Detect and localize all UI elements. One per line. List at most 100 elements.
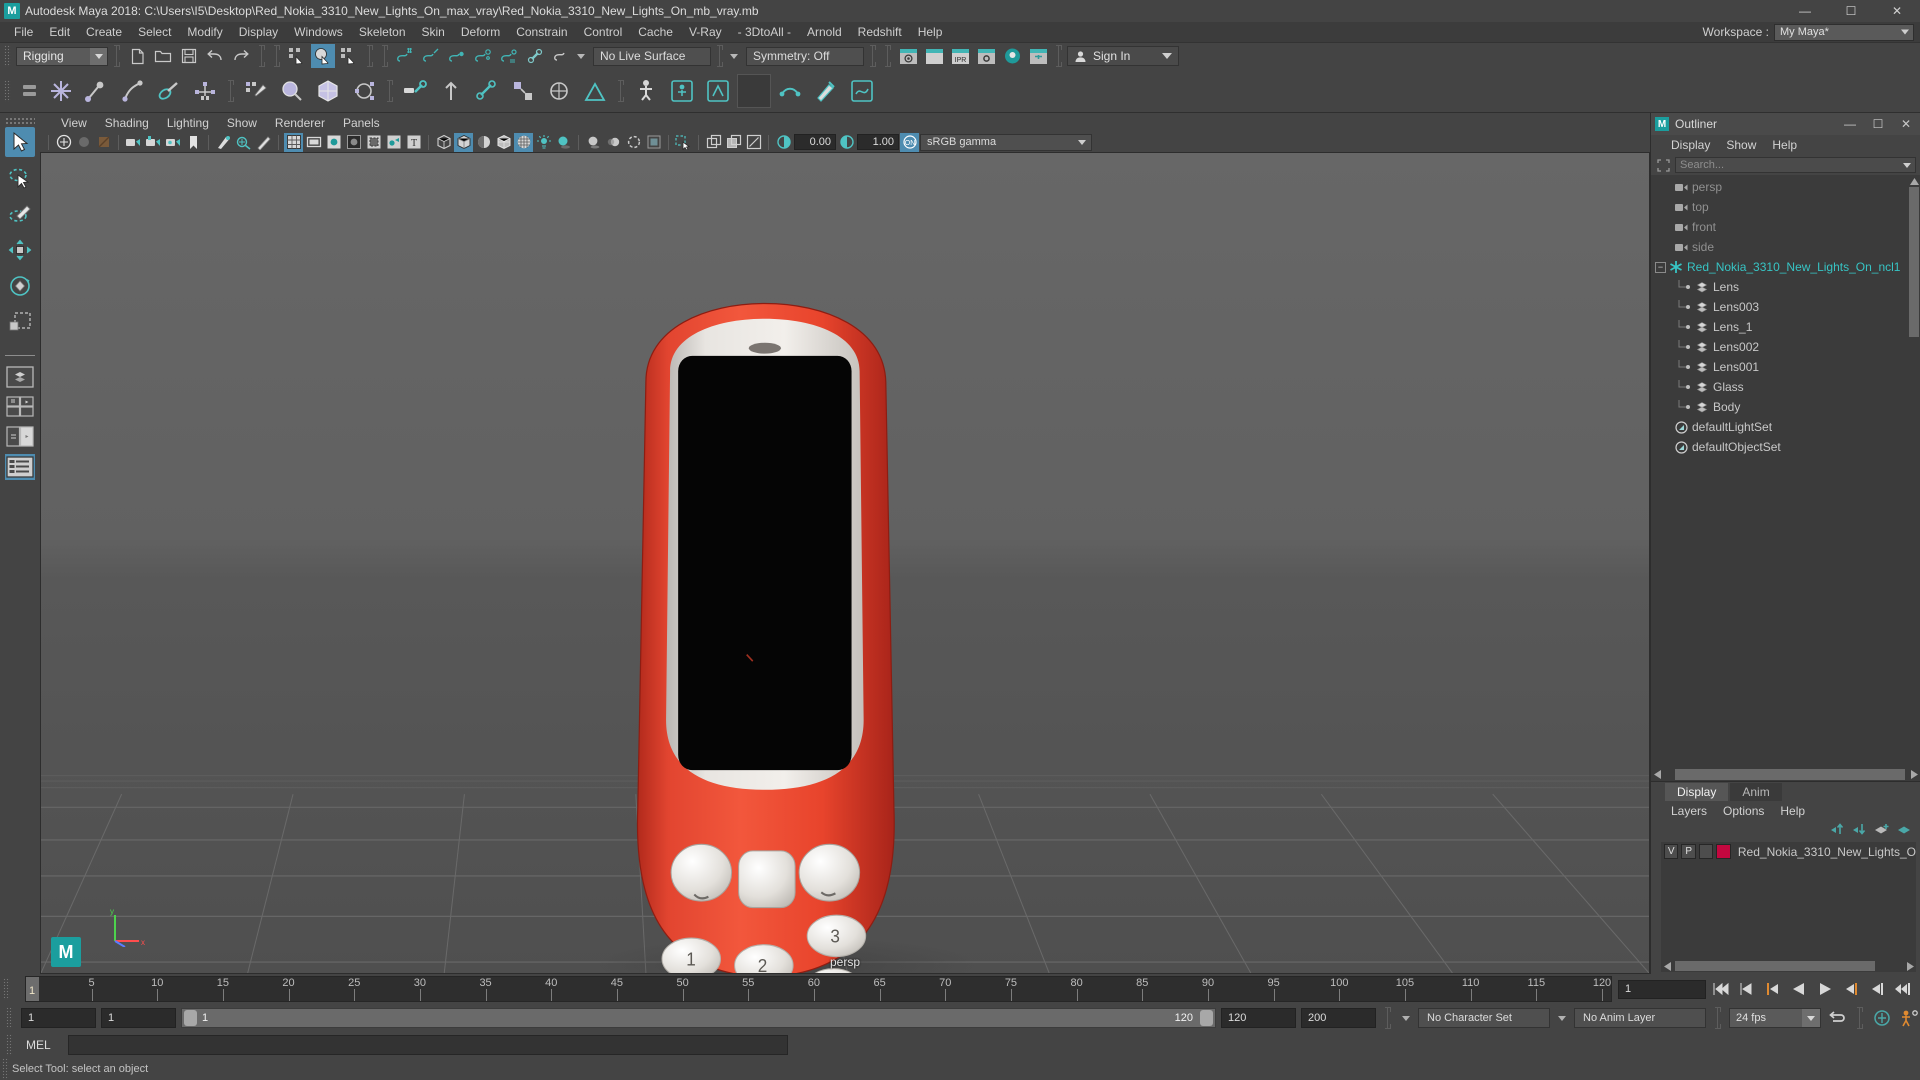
outliner-item[interactable]: top	[1651, 197, 1920, 217]
help-line-grip[interactable]	[2, 1058, 9, 1080]
menu-item-skeleton[interactable]: Skeleton	[351, 23, 414, 41]
menu-item-constrain[interactable]: Constrain	[508, 23, 575, 41]
menu-item-select[interactable]: Select	[130, 23, 179, 41]
shelf-grip[interactable]	[4, 79, 11, 102]
viewport-menu-lighting[interactable]: Lighting	[158, 115, 218, 131]
snap-to-curve-button[interactable]	[419, 44, 443, 68]
live-surface-field[interactable]: No Live Surface	[593, 46, 711, 66]
anim-layer-field[interactable]: No Anim Layer	[1574, 1008, 1706, 1028]
shelf-aim-constraint-tool[interactable]	[542, 74, 576, 108]
gamma-value[interactable]: 1.00	[857, 134, 899, 150]
chevron-down-icon[interactable]	[90, 47, 107, 65]
render-view-button[interactable]	[896, 44, 920, 68]
expand-collapse-icon[interactable]: −	[1655, 261, 1666, 273]
menu-item-redshift[interactable]: Redshift	[850, 23, 910, 41]
shelf-scale-constraint-tool[interactable]	[506, 74, 540, 108]
menu-item-edit[interactable]: Edit	[41, 23, 78, 41]
playback-speed-selector[interactable]: 24 fps	[1729, 1008, 1821, 1028]
isolate-select-add-icon[interactable]	[724, 133, 743, 152]
resolution-gate-icon[interactable]	[324, 133, 343, 152]
create-new-layer-icon[interactable]	[1874, 822, 1890, 839]
character-set-dropdown-arrow-icon[interactable]	[1399, 1008, 1413, 1028]
menu-item-deform[interactable]: Deform	[453, 23, 508, 41]
outliner-scroll-thumb[interactable]	[1909, 187, 1919, 337]
four-view-layout[interactable]	[5, 394, 35, 420]
go-to-start-button[interactable]	[1710, 978, 1732, 1000]
viewport-menu-view[interactable]: View	[52, 115, 96, 131]
scale-tool[interactable]	[5, 307, 35, 337]
outliner-item[interactable]: − Red_Nokia_3310_New_Lights_On_ncl1	[1651, 257, 1920, 277]
screen-space-ao-icon[interactable]	[584, 133, 603, 152]
character-set-field[interactable]: No Character Set	[1418, 1008, 1550, 1028]
viewport-select-icon[interactable]	[674, 133, 693, 152]
shelf-lattice-tool[interactable]	[275, 74, 309, 108]
film-gate-icon[interactable]	[304, 133, 323, 152]
shelf-parent-constraint-tool[interactable]	[398, 74, 432, 108]
paint-selection-tool[interactable]	[5, 199, 35, 229]
scroll-left-arrow-icon[interactable]	[1651, 769, 1663, 781]
render-current-frame-button[interactable]	[922, 44, 946, 68]
shelf-joint-tool[interactable]	[44, 74, 78, 108]
step-forward-frame-button[interactable]	[1840, 978, 1862, 1000]
outliner-item[interactable]: persp	[1651, 177, 1920, 197]
select-by-component-type-button[interactable]	[337, 44, 361, 68]
outliner-item[interactable]: Body	[1651, 397, 1920, 417]
multisample-aa-icon[interactable]	[624, 133, 643, 152]
menu-item-modify[interactable]: Modify	[179, 23, 230, 41]
select-camera-icon[interactable]	[54, 133, 73, 152]
scroll-left-arrow-icon[interactable]	[1661, 960, 1673, 972]
layer-playback-toggle[interactable]: P	[1681, 844, 1696, 859]
select-by-object-type-button[interactable]	[311, 44, 335, 68]
open-scene-button[interactable]	[151, 44, 175, 68]
play-forwards-button[interactable]	[1814, 978, 1836, 1000]
anim-end-field[interactable]: 200	[1301, 1008, 1376, 1028]
shelf-cluster-deformer-tool[interactable]	[347, 74, 381, 108]
scroll-right-arrow-icon[interactable]	[1904, 960, 1916, 972]
render-settings-button[interactable]	[974, 44, 998, 68]
play-backwards-button[interactable]	[1788, 978, 1810, 1000]
isolate-select-icon[interactable]	[704, 133, 723, 152]
xray-joints-icon[interactable]	[384, 133, 403, 152]
menu-item-control[interactable]: Control	[576, 23, 631, 41]
outliner-item[interactable]: Glass	[1651, 377, 1920, 397]
layer-visibility-toggle[interactable]: V	[1664, 844, 1679, 859]
shelf-ik-spring-handle-tool[interactable]	[152, 74, 186, 108]
gamma-icon[interactable]	[837, 133, 856, 152]
shelf-pole-vector-constraint-tool[interactable]	[578, 74, 612, 108]
toolbox-grip[interactable]	[5, 117, 35, 124]
layer-menu-options[interactable]: Options	[1715, 803, 1772, 819]
move-layer-up-icon[interactable]	[1830, 822, 1846, 839]
shelf-quick-rig-tool[interactable]	[629, 74, 663, 108]
outliner-item[interactable]: defaultObjectSet	[1651, 437, 1920, 457]
exposure-value[interactable]: 0.00	[794, 134, 836, 150]
shelf-orient-constraint-tool[interactable]	[470, 74, 504, 108]
time-slider-playhead[interactable]: 1	[26, 977, 39, 1001]
maximize-button[interactable]: ☐	[1828, 0, 1874, 22]
range-slider-grip[interactable]	[6, 1007, 13, 1029]
outliner-horizontal-scrollbar[interactable]	[1651, 768, 1920, 781]
image-plane-icon[interactable]	[214, 133, 233, 152]
menu-item-skin[interactable]: Skin	[414, 23, 453, 41]
range-bar[interactable]: 1 120	[181, 1008, 1216, 1028]
outliner-menu-show[interactable]: Show	[1718, 137, 1764, 153]
chevron-down-icon[interactable]	[1802, 1009, 1820, 1027]
status-line-grip[interactable]	[4, 45, 11, 67]
viewport-menu-show[interactable]: Show	[218, 115, 266, 131]
shelf-ik-handle-tool[interactable]	[80, 74, 114, 108]
select-tool[interactable]	[5, 127, 35, 157]
isolate-select-remove-icon[interactable]	[744, 133, 763, 152]
command-language-label[interactable]: MEL	[20, 1038, 64, 1052]
layer-menu-layers[interactable]: Layers	[1663, 803, 1715, 819]
ipr-render-button[interactable]: IPR	[948, 44, 972, 68]
menu-item-create[interactable]: Create	[78, 23, 130, 41]
layer-menu-help[interactable]: Help	[1772, 803, 1813, 819]
outliner-item[interactable]: defaultLightSet	[1651, 417, 1920, 437]
menu-item-display[interactable]: Display	[231, 23, 286, 41]
outliner-item[interactable]: Lens001	[1651, 357, 1920, 377]
outliner-item[interactable]: Lens002	[1651, 337, 1920, 357]
shelf-empty-slot[interactable]	[737, 73, 771, 108]
layer-h-scroll-thumb[interactable]	[1675, 961, 1875, 971]
shelf-relax-tool[interactable]	[845, 74, 879, 108]
range-end-field[interactable]: 120	[1221, 1008, 1296, 1028]
bookmark-icon[interactable]	[184, 133, 203, 152]
